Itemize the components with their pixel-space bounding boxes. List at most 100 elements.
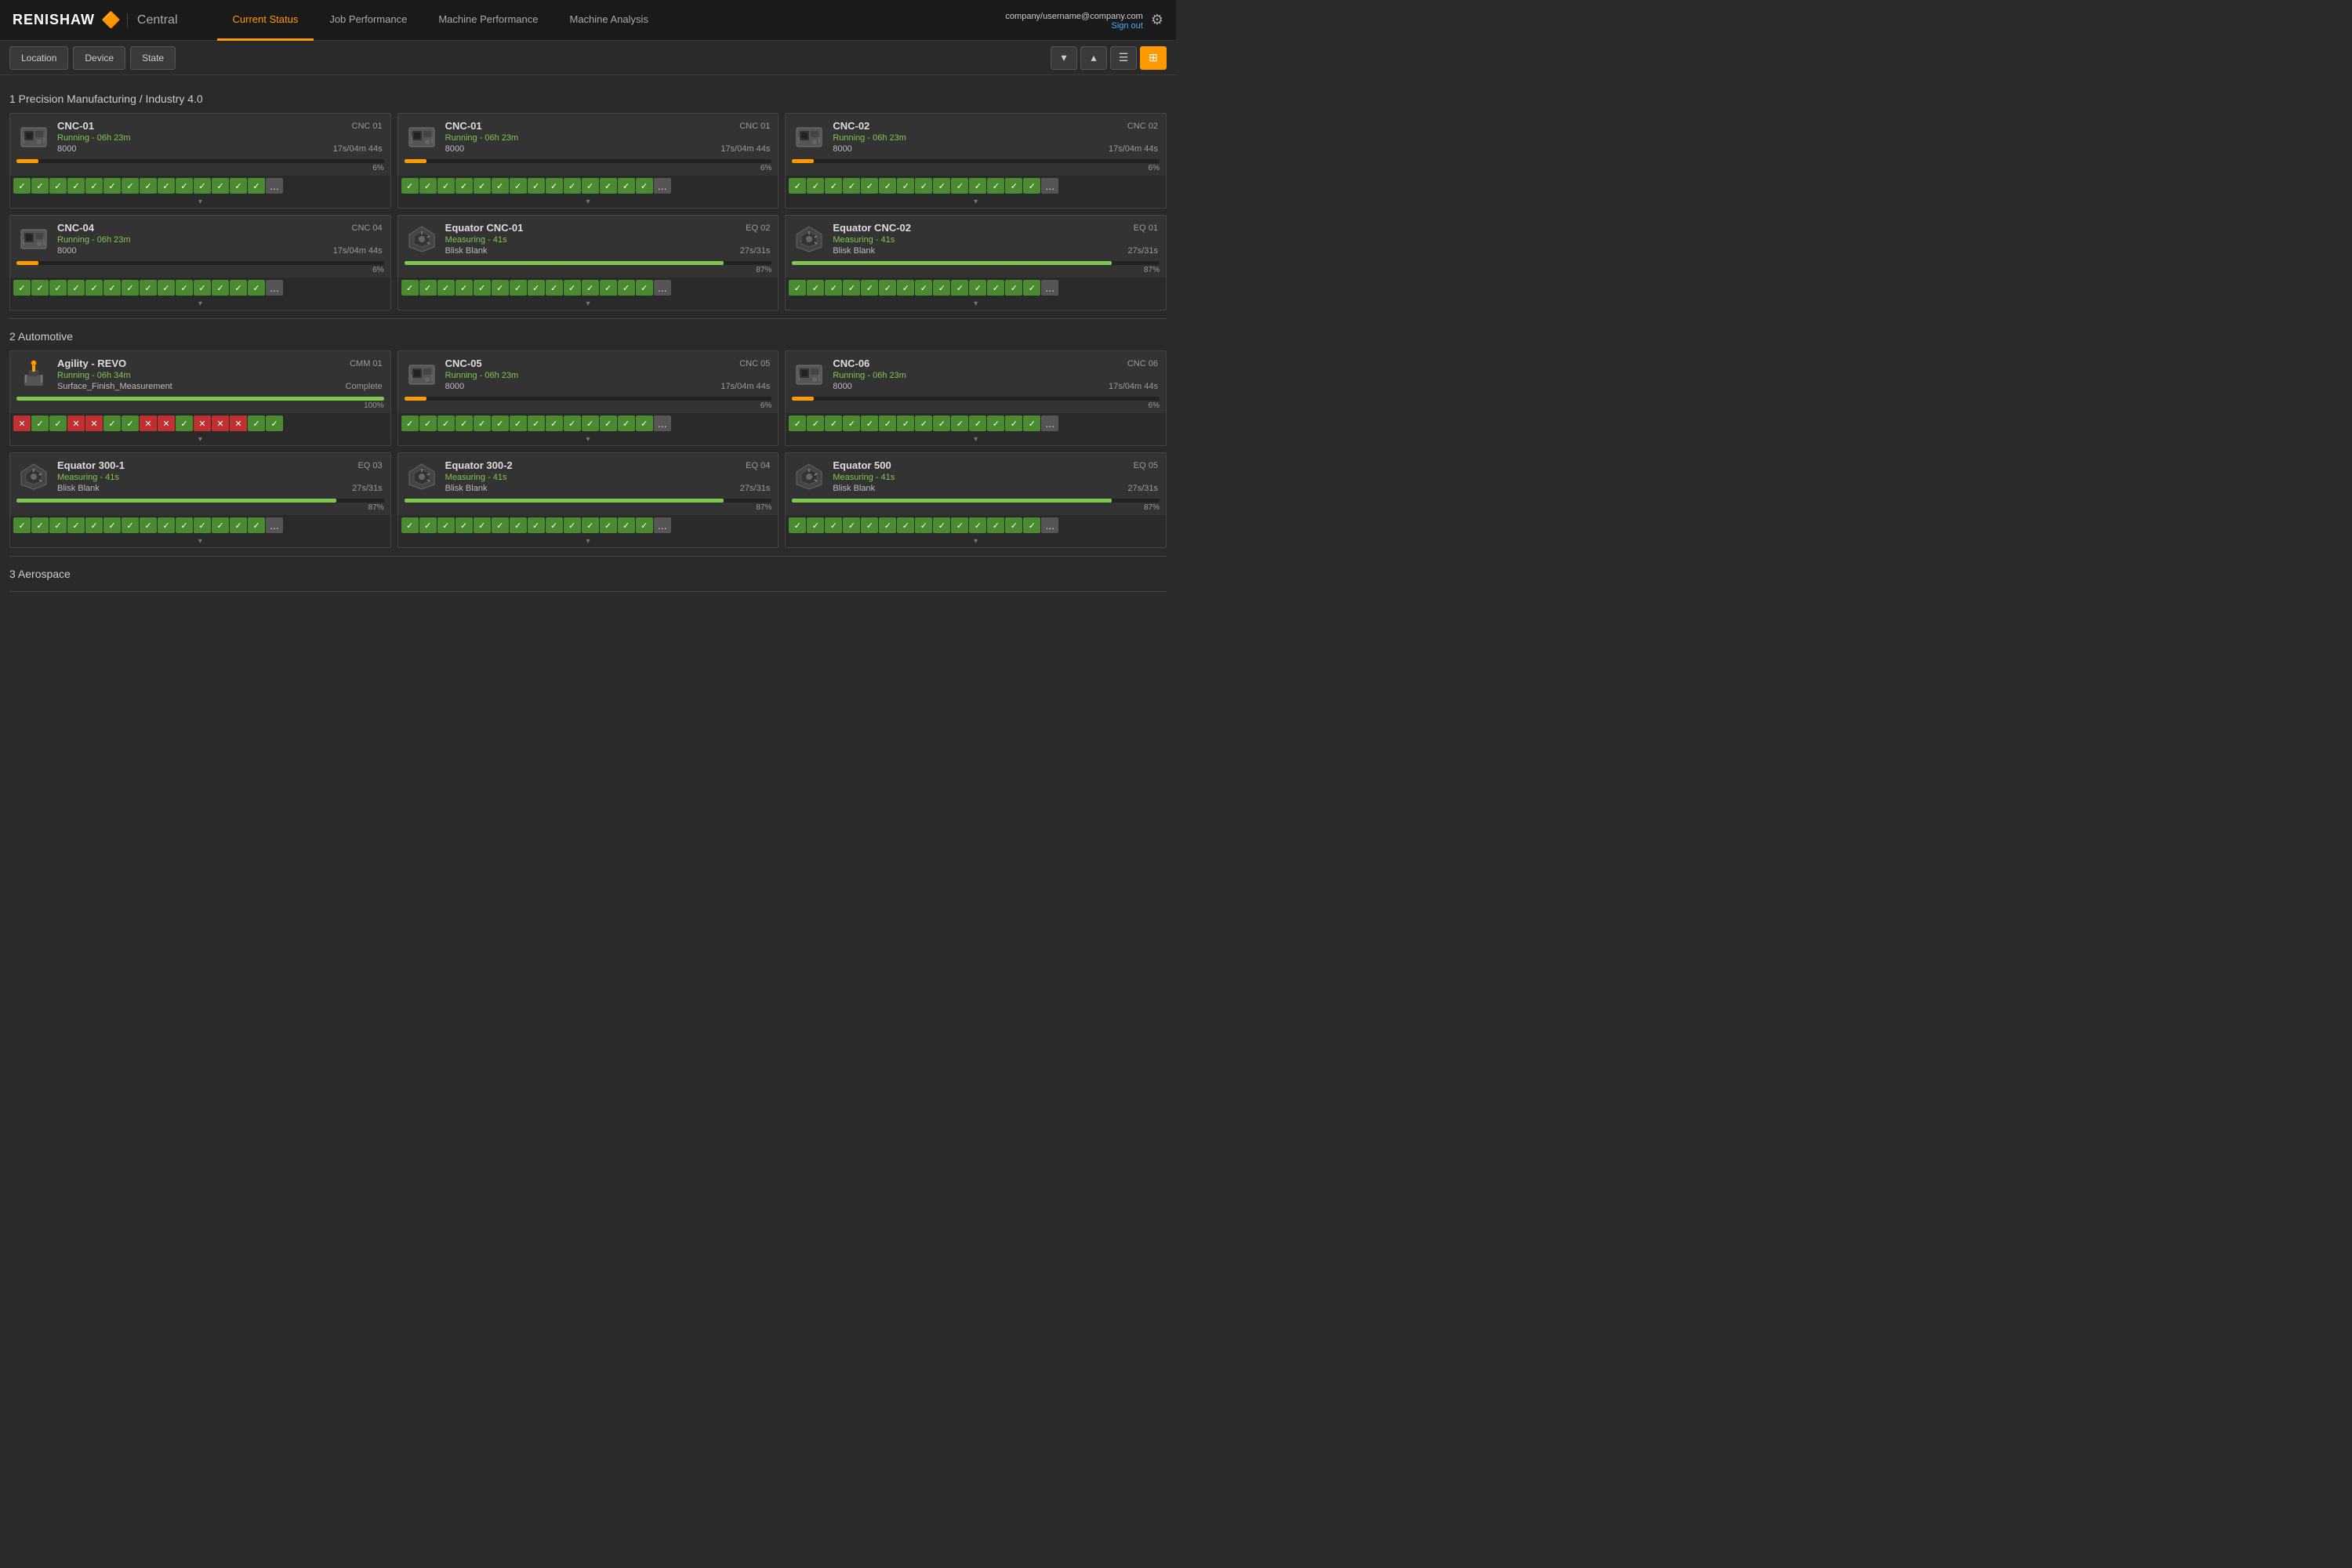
section-divider xyxy=(9,318,1167,319)
check-cell-fail: ✕ xyxy=(194,416,211,431)
card-top: Equator 300-2 EQ 04 Measuring - 41s Blis… xyxy=(398,453,779,497)
progress-container: 87% xyxy=(398,497,779,515)
expand-row[interactable]: ▾ xyxy=(10,434,390,445)
check-cell-more[interactable]: ... xyxy=(654,416,671,431)
card-time: 27s/31s xyxy=(1127,484,1158,493)
check-cell: ✓ xyxy=(618,178,635,194)
progress-bar-fill xyxy=(16,159,38,163)
check-cell-more[interactable]: ... xyxy=(1041,517,1058,533)
check-cell: ✓ xyxy=(456,178,473,194)
card-name-row: CNC-01 CNC 01 xyxy=(57,120,383,132)
check-cell: ✓ xyxy=(474,517,491,533)
machine-icon xyxy=(405,222,439,256)
check-cell: ✓ xyxy=(248,178,265,194)
card-status: Running - 06h 23m xyxy=(833,133,1158,143)
check-cell: ✓ xyxy=(401,178,419,194)
check-cell: ✓ xyxy=(67,517,85,533)
check-cell-more[interactable]: ... xyxy=(654,280,671,296)
check-cell: ✓ xyxy=(401,416,419,431)
card-type: CNC 06 xyxy=(1127,359,1158,368)
location-button[interactable]: Location xyxy=(9,46,68,70)
check-cell-fail: ✕ xyxy=(140,416,157,431)
tab-job-performance[interactable]: Job Performance xyxy=(314,0,423,41)
check-cell-more[interactable]: ... xyxy=(266,178,283,194)
card-name: CNC-05 xyxy=(445,358,482,369)
card-type: CNC 01 xyxy=(352,122,383,131)
check-cell-more[interactable]: ... xyxy=(1041,178,1058,194)
list-view-button[interactable]: ☰ xyxy=(1110,46,1137,70)
check-cell: ✓ xyxy=(492,416,509,431)
sign-out-link[interactable]: Sign out xyxy=(1005,21,1142,31)
check-cell-more[interactable]: ... xyxy=(1041,416,1058,431)
card-info: Equator CNC-01 EQ 02 Measuring - 41s Bli… xyxy=(445,222,771,256)
check-cell: ✓ xyxy=(969,178,986,194)
toolbar: Location Device State ▾ ▴ ☰ ⊞ xyxy=(0,41,1176,75)
card-time: 17s/04m 44s xyxy=(1109,382,1158,391)
card-name: CNC-01 xyxy=(57,120,94,132)
check-cell: ✓ xyxy=(474,280,491,296)
tab-machine-analysis[interactable]: Machine Analysis xyxy=(554,0,664,41)
card-name: CNC-01 xyxy=(445,120,482,132)
check-cell: ✓ xyxy=(789,517,806,533)
check-cell-more[interactable]: ... xyxy=(654,178,671,194)
card-name: Equator 300-1 xyxy=(57,459,125,471)
check-cell-more[interactable]: ... xyxy=(654,517,671,533)
expand-row[interactable]: ▾ xyxy=(398,535,779,547)
card-value-row: 8000 17s/04m 44s xyxy=(833,144,1158,154)
card-value-row: Surface_Finish_Measurement Complete xyxy=(57,382,383,391)
check-cell: ✓ xyxy=(879,416,896,431)
settings-icon[interactable]: ⚙ xyxy=(1151,12,1163,28)
grid-view-button[interactable]: ⊞ xyxy=(1140,46,1167,70)
check-cell: ✓ xyxy=(1023,178,1040,194)
expand-row[interactable]: ▾ xyxy=(10,196,390,208)
card-value: Surface_Finish_Measurement xyxy=(57,382,172,391)
machine-card: Equator CNC-02 EQ 01 Measuring - 41s Bli… xyxy=(785,215,1167,310)
expand-row[interactable]: ▾ xyxy=(398,298,779,310)
progress-bar-bg xyxy=(16,261,384,265)
card-time: 17s/04m 44s xyxy=(720,144,770,154)
card-top: Equator 500 EQ 05 Measuring - 41s Blisk … xyxy=(786,453,1166,497)
expand-row[interactable]: ▾ xyxy=(10,535,390,547)
sort-down-button[interactable]: ▾ xyxy=(1051,46,1077,70)
progress-pct: 6% xyxy=(792,401,1160,410)
device-button[interactable]: Device xyxy=(73,46,125,70)
card-status: Running - 06h 23m xyxy=(833,371,1158,380)
tab-machine-performance[interactable]: Machine Performance xyxy=(423,0,554,41)
check-cell: ✓ xyxy=(915,280,932,296)
card-value: Blisk Blank xyxy=(445,246,488,256)
check-cell: ✓ xyxy=(789,280,806,296)
state-button[interactable]: State xyxy=(130,46,176,70)
user-info: company/username@company.com Sign out xyxy=(1005,10,1142,31)
check-cell: ✓ xyxy=(879,517,896,533)
progress-bar-fill xyxy=(405,397,426,401)
check-cell: ✓ xyxy=(546,280,563,296)
expand-row[interactable]: ▾ xyxy=(398,196,779,208)
check-cell-more[interactable]: ... xyxy=(1041,280,1058,296)
card-name-row: Equator 300-1 EQ 03 xyxy=(57,459,383,471)
check-cell-more[interactable]: ... xyxy=(266,517,283,533)
progress-container: 6% xyxy=(786,395,1166,413)
tab-current-status[interactable]: Current Status xyxy=(217,0,314,41)
card-name: CNC-06 xyxy=(833,358,869,369)
check-cell: ✓ xyxy=(140,280,157,296)
check-cell: ✓ xyxy=(1005,178,1022,194)
card-time: 27s/31s xyxy=(740,484,771,493)
check-cell: ✓ xyxy=(474,416,491,431)
check-cell: ✓ xyxy=(266,416,283,431)
machine-icon xyxy=(405,358,439,392)
check-cell: ✓ xyxy=(933,280,950,296)
expand-row[interactable]: ▾ xyxy=(10,298,390,310)
expand-row[interactable]: ▾ xyxy=(786,535,1166,547)
check-cell: ✓ xyxy=(31,416,49,431)
progress-pct: 100% xyxy=(16,401,384,410)
expand-row[interactable]: ▾ xyxy=(786,298,1166,310)
sort-up-button[interactable]: ▴ xyxy=(1080,46,1107,70)
check-cell: ✓ xyxy=(176,517,193,533)
expand-row[interactable]: ▾ xyxy=(786,196,1166,208)
expand-row[interactable]: ▾ xyxy=(398,434,779,445)
check-cell: ✓ xyxy=(825,280,842,296)
expand-row[interactable]: ▾ xyxy=(786,434,1166,445)
check-cell-more[interactable]: ... xyxy=(266,280,283,296)
check-cell: ✓ xyxy=(103,416,121,431)
check-cell: ✓ xyxy=(510,178,527,194)
